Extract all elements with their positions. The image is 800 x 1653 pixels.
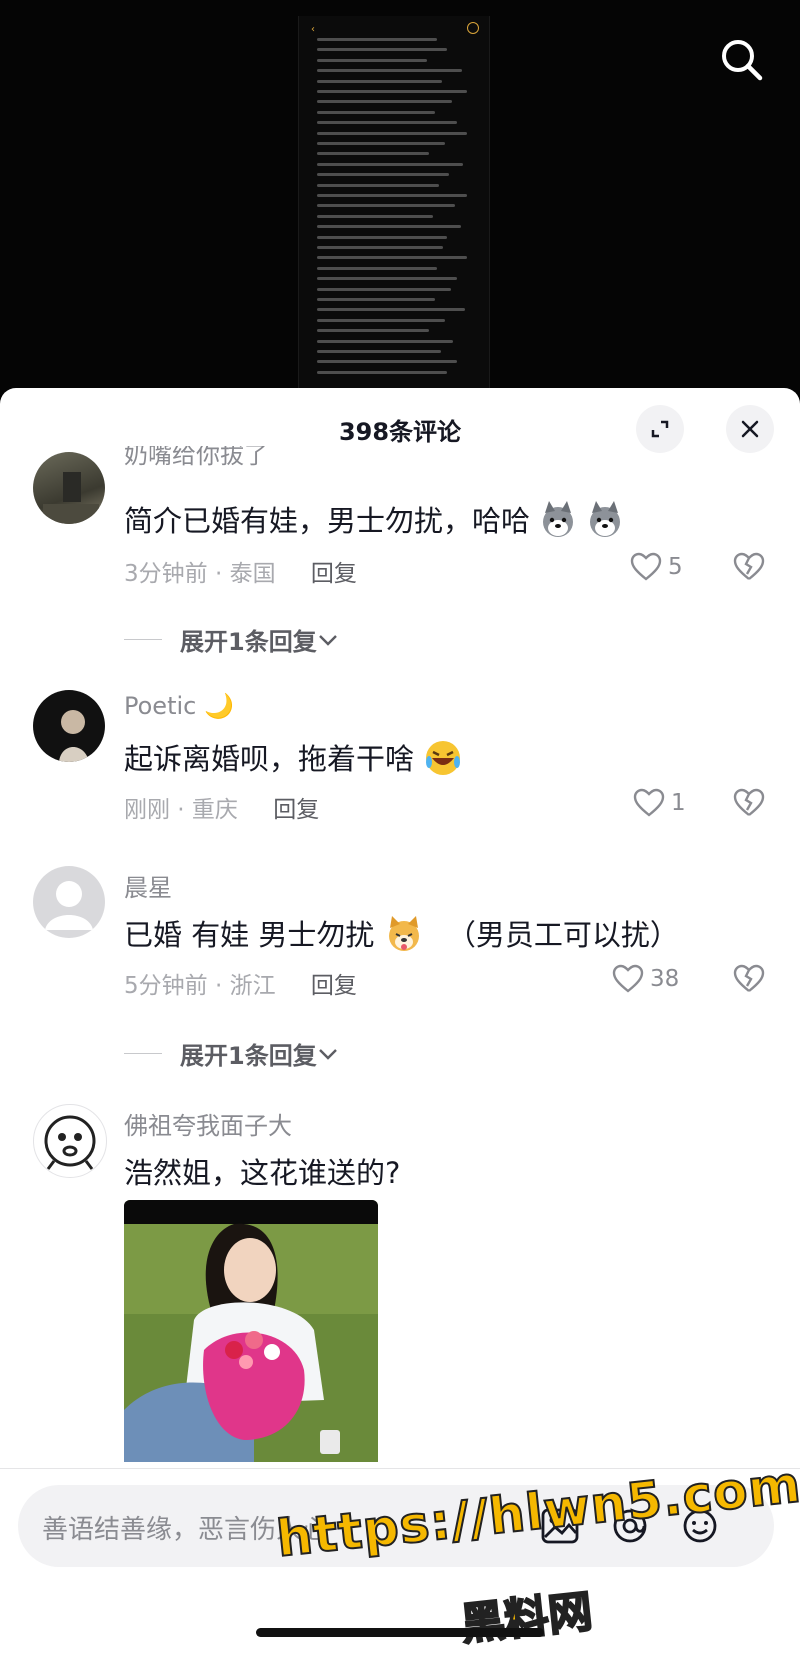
video-text-line xyxy=(317,194,467,197)
comment-meta: 5分钟前 · 浙江 回复 xyxy=(124,973,357,999)
video-text-line xyxy=(317,162,463,166)
like-button[interactable]: 1 xyxy=(633,788,686,818)
fullscreen-icon xyxy=(651,420,669,438)
expand-replies-button[interactable]: 展开1条回复 xyxy=(124,1036,339,1071)
close-sheet-button[interactable] xyxy=(726,405,774,453)
video-text-line xyxy=(317,173,449,177)
video-text-line xyxy=(317,298,435,301)
video-text-line xyxy=(317,90,467,93)
video-text-line xyxy=(317,287,451,291)
video-text-line xyxy=(317,131,467,135)
comment-text: 浩然姐，这花谁送的? xyxy=(124,1156,401,1190)
home-indicator[interactable] xyxy=(256,1628,544,1637)
broken-heart-icon[interactable] xyxy=(733,552,765,582)
like-count: 5 xyxy=(668,554,683,580)
video-text-line xyxy=(317,121,457,125)
video-text-line xyxy=(317,100,452,104)
search-icon[interactable] xyxy=(718,36,766,84)
comment-text: 简介已婚有娃，男士勿扰，哈哈 xyxy=(124,498,624,546)
comment-photo[interactable] xyxy=(124,1200,378,1462)
video-text-line xyxy=(317,225,461,229)
video-text-line xyxy=(317,246,443,249)
video-text-line xyxy=(317,277,457,281)
avatar[interactable] xyxy=(33,1104,107,1178)
more-icon xyxy=(467,22,479,34)
comment-text: 起诉离婚呗，拖着干啥 xyxy=(124,736,463,785)
laughing-crying-emoji-icon xyxy=(423,738,463,785)
comment-username[interactable]: Poetic 🌙 xyxy=(124,692,234,720)
reply-button[interactable]: 回复 xyxy=(273,797,319,823)
dog-emoji-icon xyxy=(384,914,424,961)
video-text-line xyxy=(317,69,462,73)
video-text-line xyxy=(317,214,433,218)
watermark-name: 黑料网 xyxy=(457,1585,596,1652)
video-screenshot: ‹ xyxy=(298,16,490,393)
video-text-line xyxy=(317,38,437,41)
crescent-moon-icon: 🌙 xyxy=(203,692,234,720)
like-count: 1 xyxy=(671,790,686,816)
video-text-line xyxy=(317,308,465,312)
chevron-down-icon xyxy=(318,1048,337,1060)
video-text-line xyxy=(317,339,453,343)
video-text-line xyxy=(317,350,441,353)
video-text-line xyxy=(317,235,447,239)
video-text-line xyxy=(317,110,435,114)
video-text-line xyxy=(317,152,429,156)
video-text-line xyxy=(317,48,447,52)
husky-emoji-icon xyxy=(586,500,624,546)
avatar[interactable] xyxy=(33,690,105,762)
comment-username[interactable]: 奶嘴给你拔了 xyxy=(124,446,268,468)
video-text-line xyxy=(317,266,437,270)
comment-username[interactable]: 佛祖夸我面子大 xyxy=(124,1106,292,1141)
heart-icon xyxy=(612,964,644,993)
back-chevron-icon: ‹ xyxy=(311,24,315,35)
video-text-line xyxy=(317,183,439,187)
broken-heart-icon[interactable] xyxy=(733,788,765,818)
divider xyxy=(124,1053,162,1054)
like-count: 38 xyxy=(650,966,680,992)
expand-replies-button[interactable]: 展开1条回复 xyxy=(124,622,339,657)
comment-meta: 刚刚 · 重庆 回复 xyxy=(124,797,320,823)
like-button[interactable]: 38 xyxy=(612,964,679,994)
comment-text: 已婚 有娃 男士勿扰 （男员工可以扰） xyxy=(124,912,679,961)
video-text-line xyxy=(317,204,455,208)
video-background: ‹ xyxy=(0,0,800,395)
close-icon xyxy=(741,420,759,438)
video-text-line xyxy=(317,318,445,322)
comment-username[interactable]: 晨星 xyxy=(124,868,172,903)
comment-meta: 3分钟前 · 泰国 回复 xyxy=(124,561,357,587)
expand-sheet-button[interactable] xyxy=(636,405,684,453)
avatar[interactable] xyxy=(33,452,105,524)
video-text-line xyxy=(317,360,457,364)
husky-emoji-icon xyxy=(539,500,577,546)
video-text-line xyxy=(317,142,445,145)
video-text-line xyxy=(317,370,447,374)
reply-button[interactable]: 回复 xyxy=(311,973,357,999)
reply-button[interactable]: 回复 xyxy=(311,561,357,587)
avatar[interactable] xyxy=(33,866,105,938)
heart-icon xyxy=(633,788,665,817)
chevron-down-icon xyxy=(318,634,337,646)
video-text-line xyxy=(317,58,427,62)
heart-icon xyxy=(630,552,662,581)
like-button[interactable]: 5 xyxy=(630,552,683,582)
video-text-line xyxy=(317,256,467,260)
broken-heart-icon[interactable] xyxy=(733,964,765,994)
divider xyxy=(124,639,162,640)
video-text-line xyxy=(317,329,429,333)
video-text-line xyxy=(317,79,442,83)
